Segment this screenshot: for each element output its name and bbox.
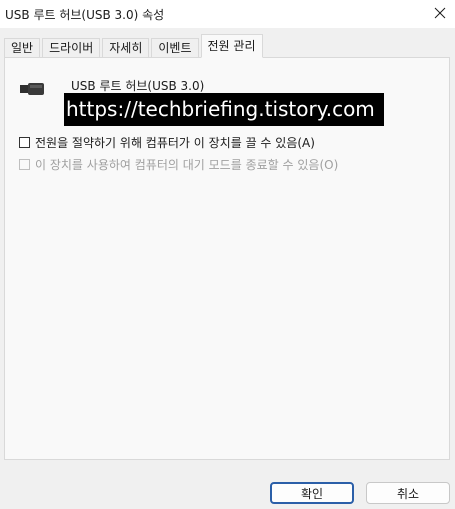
tab-driver[interactable]: 드라이버	[42, 38, 101, 58]
watermark-overlay: https://techbriefing.tistory.com	[64, 93, 384, 126]
wake-computer-option: 이 장치를 사용하여 컴퓨터의 대기 모드를 종료할 수 있음(O)	[19, 156, 338, 173]
wake-computer-checkbox	[19, 159, 30, 170]
tab-details[interactable]: 자세히	[102, 38, 150, 58]
tab-general[interactable]: 일반	[4, 38, 41, 58]
ok-button[interactable]: 확인	[270, 482, 354, 504]
tab-events[interactable]: 이벤트	[151, 38, 199, 58]
cancel-button[interactable]: 취소	[366, 482, 450, 504]
close-button[interactable]	[425, 0, 455, 26]
tab-power-management[interactable]: 전원 관리	[200, 34, 263, 58]
device-name: USB 루트 허브(USB 3.0)	[71, 79, 205, 93]
wake-computer-label: 이 장치를 사용하여 컴퓨터의 대기 모드를 종료할 수 있음(O)	[35, 158, 339, 172]
allow-turn-off-label: 전원을 절약하기 위해 컴퓨터가 이 장치를 끌 수 있음(A)	[35, 136, 315, 150]
tab-strip: 일반 드라이버 자세히 이벤트 전원 관리	[4, 34, 265, 58]
title-bar: USB 루트 허브(USB 3.0) 속성	[0, 0, 455, 28]
close-icon	[434, 7, 446, 19]
usb-connector-icon	[20, 83, 44, 95]
allow-turn-off-checkbox[interactable]	[19, 137, 30, 148]
allow-turn-off-option[interactable]: 전원을 절약하기 위해 컴퓨터가 이 장치를 끌 수 있음(A)	[19, 134, 315, 151]
window-title: USB 루트 허브(USB 3.0) 속성	[5, 8, 165, 22]
